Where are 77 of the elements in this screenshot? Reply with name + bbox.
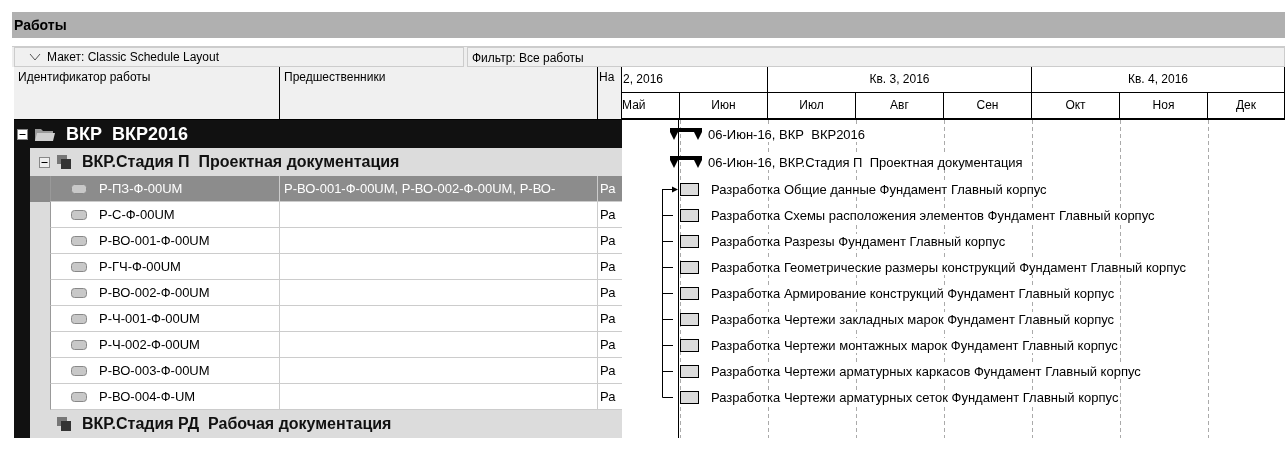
activity-bar[interactable]: [680, 234, 699, 248]
collapse-icon[interactable]: [17, 128, 28, 140]
activity-id: Р-ВО-002-Ф-00UM: [99, 285, 210, 300]
bar-label: Разработка Армирование конструкций Фундамент Главный корпус: [711, 285, 1115, 301]
activity-bar[interactable]: [680, 286, 699, 300]
activity-bar[interactable]: [680, 338, 699, 352]
table-cell: Ра: [600, 389, 616, 404]
table-cell: Ра: [600, 259, 616, 274]
quarter-header: Кв. 3, 2016: [768, 67, 1032, 92]
wbs-name: ВКР.Стадия РД Рабочая документация: [82, 415, 392, 433]
wbs-name: ВКР ВКР2016: [66, 123, 189, 145]
table-cell: Ра: [600, 311, 616, 326]
summary-bar[interactable]: [670, 128, 702, 140]
bar-label: Разработка Схемы расположения элементов Фундамент Главный корпус: [711, 207, 1155, 223]
month-header: Авг: [856, 93, 944, 118]
panel-title: Работы: [12, 12, 1285, 38]
activity-bar[interactable]: [680, 390, 699, 404]
bar-label: Разработка Чертежи монтажных марок Фундамент Главный корпус: [711, 337, 1118, 353]
month-header: Сен: [944, 93, 1032, 118]
filter-label[interactable]: Фильтр: Все работы: [467, 47, 1285, 67]
wbs-row[interactable]: ВКР.Стадия РД Рабочая документация: [14, 410, 622, 438]
activity-icon: [71, 209, 87, 220]
month-header: Май: [622, 93, 680, 118]
bar-label: 06-Июн-16, ВКР ВКР2016: [708, 126, 866, 142]
activity-icon: [71, 391, 87, 402]
table-cell: Ра: [600, 363, 616, 378]
activity-id: Р-Ч-002-Ф-00UM: [99, 337, 200, 352]
activity-id: Р-ВО-003-Ф-00UM: [99, 363, 210, 378]
activity-icon: [71, 313, 87, 324]
activity-id: Р-ВО-004-Ф-UM: [99, 389, 196, 404]
caret-icon: [29, 53, 41, 61]
activity-icon: [71, 339, 87, 350]
bar-label: 06-Июн-16, ВКР.Стадия П Проектная документация: [708, 154, 1023, 170]
folder-icon: [34, 126, 56, 142]
column-header[interactable]: Предшественники: [280, 67, 598, 119]
predecessors-text: Р-ВО-001-Ф-00UM, Р-ВО-002-Ф-00UM, Р-ВО-: [284, 181, 556, 196]
wbs-icon: [56, 154, 72, 170]
bar-label: Разработка Чертежи закладных марок Фундамент Главный корпус: [711, 311, 1115, 327]
bar-label: Разработка Общие данные Фундамент Главный корпус: [711, 181, 1047, 197]
month-header: Дек: [1208, 93, 1285, 118]
activity-bar[interactable]: [680, 208, 699, 222]
quarter-header: 2, 2016: [622, 67, 768, 92]
activity-id: Р-ВО-001-Ф-00UM: [99, 233, 210, 248]
bar-label: Разработка Разрезы Фундамент Главный корпус: [711, 233, 1006, 249]
month-header: Ноя: [1120, 93, 1208, 118]
table-cell: Ра: [600, 233, 616, 248]
table-cell: Ра: [600, 337, 616, 352]
activity-icon: [71, 287, 87, 298]
collapse-icon[interactable]: [39, 156, 50, 168]
month-header: Окт: [1032, 93, 1120, 118]
activity-icon: [71, 261, 87, 272]
month-header: Июн: [680, 93, 768, 118]
bar-label: Разработка Чертежи арматурных сеток Фундамент Главный корпус: [711, 389, 1119, 405]
activity-icon: [71, 183, 87, 194]
table-cell: Ра: [600, 181, 616, 196]
table-cell: Ра: [600, 285, 616, 300]
activity-id: Р-Ч-001-Ф-00UM: [99, 311, 200, 326]
activity-id: Р-ГЧ-Ф-00UM: [99, 259, 181, 274]
bar-label: Разработка Геометрические размеры конструкций Фундамент Главный корпус: [711, 259, 1187, 275]
table-cell: Ра: [600, 207, 616, 222]
month-header: Июл: [768, 93, 856, 118]
activity-bar[interactable]: [680, 182, 699, 196]
activity-bar[interactable]: [680, 260, 699, 274]
activity-icon: [71, 365, 87, 376]
activity-bar[interactable]: [680, 312, 699, 326]
wbs-row[interactable]: ВКР.Стадия П Проектная документация: [14, 148, 622, 176]
activity-bar[interactable]: [680, 364, 699, 378]
wbs-icon: [56, 416, 72, 432]
activity-id: Р-С-Ф-00UM: [99, 207, 175, 222]
quarter-header: Кв. 4, 2016: [1032, 67, 1285, 92]
activity-icon: [71, 235, 87, 246]
activity-id: Р-ПЗ-Ф-00UM: [99, 181, 183, 196]
column-header[interactable]: Идентификатор работы: [14, 67, 280, 119]
bar-label: Разработка Чертежи арматурных каркасов Фундамент Главный корпус: [711, 363, 1141, 379]
summary-bar[interactable]: [670, 156, 702, 168]
layout-dropdown[interactable]: Макет: Classic Schedule Layout: [14, 47, 464, 67]
wbs-name: ВКР.Стадия П Проектная документация: [82, 153, 400, 171]
